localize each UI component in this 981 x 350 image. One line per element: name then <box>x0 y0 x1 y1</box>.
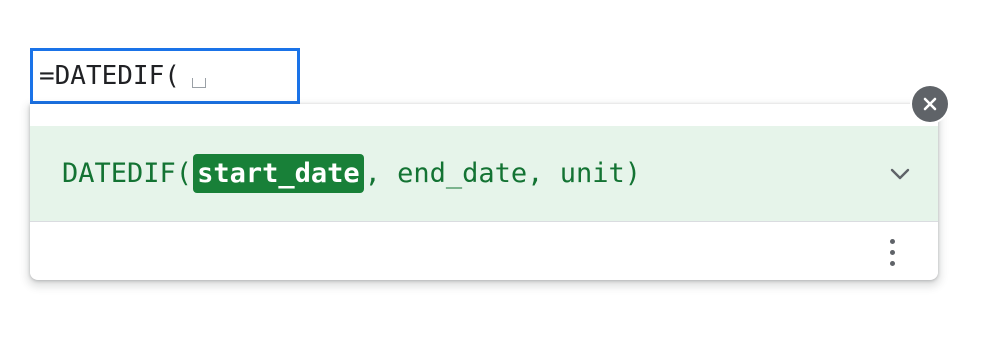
more-vert-icon-dot-3 <box>889 260 895 266</box>
space-placeholder-icon <box>191 78 206 88</box>
formula-text: =DATEDIF( <box>39 61 180 91</box>
sheet-canvas: =DATEDIF( DATEDIF(start_date, end_date, … <box>0 0 981 350</box>
function-signature-row[interactable]: DATEDIF(start_date, end_date, unit) <box>30 126 938 222</box>
more-options-button[interactable] <box>882 232 902 272</box>
remaining-arguments: , end_date, unit) <box>364 158 641 189</box>
close-help-button[interactable] <box>912 86 948 122</box>
chevron-down-icon <box>890 168 910 179</box>
cell-formula-editor[interactable]: =DATEDIF( <box>30 48 300 104</box>
formula-help-popup: DATEDIF(start_date, end_date, unit) <box>30 104 938 280</box>
close-icon <box>923 97 937 111</box>
function-name: DATEDIF <box>62 158 176 189</box>
active-argument: start_date <box>193 154 364 193</box>
function-signature: DATEDIF(start_date, end_date, unit) <box>62 154 641 193</box>
expand-help-button[interactable] <box>886 160 914 188</box>
popup-footer <box>30 222 938 279</box>
open-paren: ( <box>175 158 193 189</box>
more-vert-icon <box>889 238 895 244</box>
top-area <box>0 0 981 40</box>
more-vert-icon-dot-2 <box>889 249 895 255</box>
popup-top-spacer <box>30 104 938 126</box>
